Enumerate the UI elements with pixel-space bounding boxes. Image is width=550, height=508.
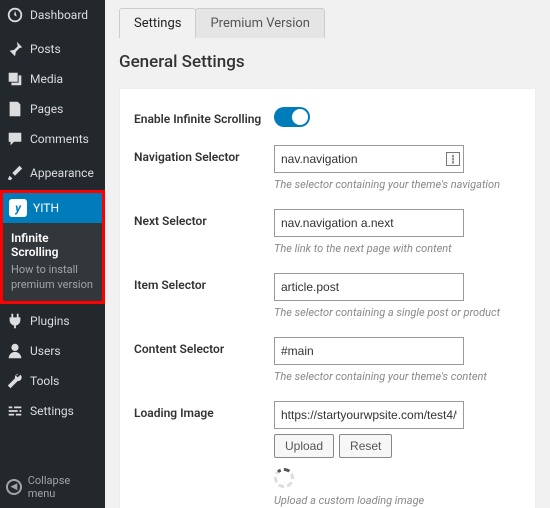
collapse-menu[interactable]: ◀ Collapse menu (0, 466, 105, 508)
sidebar-item-appearance[interactable]: Appearance (0, 158, 105, 188)
next-label: Next Selector (134, 209, 274, 228)
next-selector-input[interactable] (274, 209, 464, 237)
nav-label: Navigation Selector (134, 145, 274, 164)
collapse-label: Collapse menu (28, 474, 99, 500)
menu-label: Pages (30, 102, 63, 116)
upload-button[interactable]: Upload (274, 434, 334, 458)
menu-label: Settings (30, 404, 74, 418)
collapse-icon: ◀ (6, 479, 22, 495)
sidebar-item-pages[interactable]: Pages (0, 94, 105, 124)
menu-label: Tools (30, 374, 59, 388)
pin-icon (6, 40, 24, 58)
brush-icon (6, 164, 24, 182)
sidebar-item-yith[interactable]: y YITH (3, 193, 102, 223)
sidebar-item-settings[interactable]: Settings (0, 396, 105, 426)
plug-icon (6, 312, 24, 330)
settings-panel: Enable Infinite Scrolling Navigation Sel… (119, 88, 536, 508)
yith-icon: y (9, 199, 27, 217)
tabs: Settings Premium Version (119, 8, 536, 38)
sidebar-item-tools[interactable]: Tools (0, 366, 105, 396)
menu-label: YITH (33, 201, 59, 215)
submenu-item-infinite-scrolling[interactable]: Infinite Scrolling (11, 231, 94, 259)
next-help: The link to the next page with content (274, 242, 521, 255)
enable-label: Enable Infinite Scrolling (134, 107, 274, 126)
sliders-icon (6, 402, 24, 420)
sidebar-item-media[interactable]: Media (0, 64, 105, 94)
menu-label: Dashboard (30, 8, 88, 22)
page-title: General Settings (119, 52, 536, 72)
content-help: The selector containing your theme's con… (274, 370, 521, 383)
admin-sidebar: Dashboard Posts Media Pages Comments App… (0, 0, 105, 508)
menu-label: Plugins (30, 314, 70, 328)
loading-label: Loading Image (134, 401, 274, 420)
comment-icon (6, 130, 24, 148)
tab-premium[interactable]: Premium Version (195, 8, 325, 38)
page-icon (6, 100, 24, 118)
loading-help: Upload a custom loading image (274, 494, 521, 507)
tab-settings[interactable]: Settings (119, 8, 196, 38)
main-content: Settings Premium Version General Setting… (105, 0, 550, 508)
content-selector-input[interactable] (274, 337, 464, 365)
nav-selector-input[interactable] (274, 145, 464, 173)
input-badge-icon: ┇ (446, 152, 460, 166)
reset-image-button[interactable]: Reset (339, 434, 392, 458)
content-label: Content Selector (134, 337, 274, 356)
menu-label: Comments (30, 132, 89, 146)
enable-toggle[interactable] (274, 107, 310, 127)
sidebar-item-posts[interactable]: Posts (0, 34, 105, 64)
nav-help: The selector containing your theme's nav… (274, 178, 521, 191)
item-help: The selector containing a single post or… (274, 306, 521, 319)
highlighted-menu-block: y YITH Infinite Scrolling How to install… (0, 190, 105, 304)
sidebar-item-comments[interactable]: Comments (0, 124, 105, 154)
menu-label: Media (30, 72, 63, 86)
sidebar-item-users[interactable]: Users (0, 336, 105, 366)
loading-image-input[interactable] (274, 401, 464, 429)
user-icon (6, 342, 24, 360)
sidebar-item-plugins[interactable]: Plugins (0, 306, 105, 336)
yith-submenu: Infinite Scrolling How to install premiu… (3, 223, 102, 301)
item-selector-input[interactable] (274, 273, 464, 301)
wrench-icon (6, 372, 24, 390)
spinner-icon (274, 468, 294, 488)
menu-label: Users (30, 344, 61, 358)
item-label: Item Selector (134, 273, 274, 292)
media-icon (6, 70, 24, 88)
dashboard-icon (6, 6, 24, 24)
sidebar-item-dashboard[interactable]: Dashboard (0, 0, 105, 30)
submenu-item-premium-help[interactable]: How to install premium version (11, 263, 94, 293)
menu-label: Posts (30, 42, 61, 56)
menu-label: Appearance (30, 166, 94, 180)
